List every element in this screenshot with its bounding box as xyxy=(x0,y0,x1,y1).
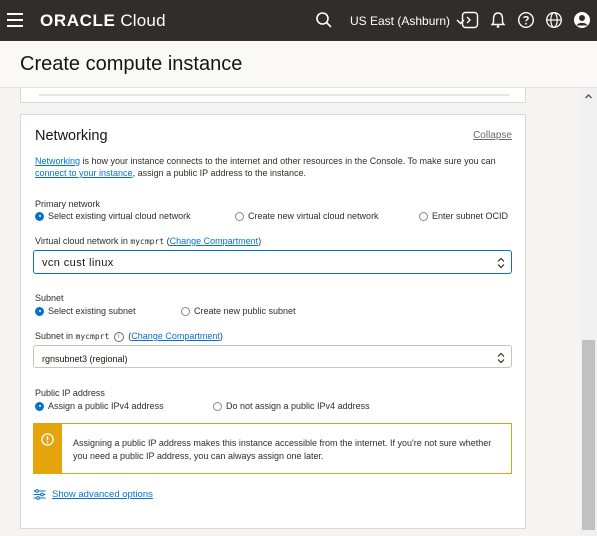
subnet-in-label: Subnet in mycmprt i (Change Compartment) xyxy=(35,331,223,342)
search-icon[interactable] xyxy=(315,11,333,29)
page-title: Create compute instance xyxy=(20,53,243,75)
desc-text: , assign a public IP address to the inst… xyxy=(132,168,307,178)
paren: ) xyxy=(219,331,223,341)
show-advanced-options-link[interactable]: Show advanced options xyxy=(33,489,153,500)
desc-text: is how your instance connects to the int… xyxy=(80,156,496,166)
subnet-compartment: mycmprt xyxy=(75,332,110,341)
networking-link[interactable]: Networking xyxy=(35,156,80,166)
radio-icon xyxy=(419,211,428,221)
region-label: US East (Ashburn) xyxy=(350,14,451,28)
radio-selected-icon xyxy=(35,306,44,316)
radio-icon xyxy=(181,306,190,316)
change-compartment-link[interactable]: Change Compartment xyxy=(131,331,220,341)
radio-label: Select existing subnet xyxy=(48,306,136,316)
vcn-select[interactable]: vcn cust linux xyxy=(33,250,512,274)
networking-section: Networking Collapse Networking is how yo… xyxy=(20,114,526,529)
public-ip-warning: Assigning a public IP address makes this… xyxy=(33,423,512,474)
radio-no-public-ip[interactable]: Do not assign a public IPv4 address xyxy=(213,401,370,411)
warning-text: Assigning a public IP address makes this… xyxy=(73,438,492,461)
sliders-icon xyxy=(33,489,46,500)
radio-assign-public-ip[interactable]: Assign a public IPv4 address xyxy=(35,401,164,411)
subnet-label: Subnet xyxy=(35,293,64,303)
scrollbar-thumb[interactable] xyxy=(582,340,595,530)
connect-link[interactable]: connect to your instance xyxy=(35,168,133,178)
oracle-cloud-logo[interactable]: ORACLE Cloud xyxy=(40,11,166,31)
brand-light: Cloud xyxy=(120,11,166,30)
vcn-compartment: mycmprt xyxy=(130,237,165,246)
vcn-label-text: Virtual cloud network in xyxy=(35,236,128,246)
radio-selected-icon xyxy=(35,401,44,411)
alert-icon xyxy=(41,433,54,446)
user-icon[interactable] xyxy=(573,11,591,29)
globe-icon[interactable] xyxy=(545,11,563,29)
radio-label: Do not assign a public IPv4 address xyxy=(226,401,370,411)
scroll-up-icon[interactable] xyxy=(584,92,593,101)
vcn-select-value: vcn cust linux xyxy=(42,257,114,269)
top-navigation-bar: ORACLE Cloud US East (Ashburn) xyxy=(0,0,597,41)
warning-bar xyxy=(34,424,62,473)
radio-select-existing-subnet[interactable]: Select existing subnet xyxy=(35,306,136,316)
brand-bold: ORACLE xyxy=(40,11,116,30)
info-icon[interactable]: i xyxy=(113,331,124,342)
page-scrollbar[interactable] xyxy=(580,88,597,536)
radio-label: Create new public subnet xyxy=(194,306,296,316)
subnet-select-value: rgnsubnet3 (regional) xyxy=(42,354,128,364)
select-arrows-icon xyxy=(497,257,505,269)
radio-icon xyxy=(235,211,244,221)
change-compartment-link[interactable]: Change Compartment xyxy=(170,236,259,246)
bell-icon[interactable] xyxy=(489,11,507,29)
public-ip-label: Public IP address xyxy=(35,388,105,398)
help-icon[interactable] xyxy=(517,11,535,29)
radio-selected-icon xyxy=(35,211,44,221)
page-header: Create compute instance xyxy=(0,41,597,88)
previous-section-panel xyxy=(20,88,526,103)
radio-label: Create new virtual cloud network xyxy=(248,211,379,221)
subnet-select[interactable]: rgnsubnet3 (regional) xyxy=(33,345,512,368)
section-title: Networking xyxy=(35,128,108,144)
menu-icon[interactable] xyxy=(7,13,23,27)
vcn-label: Virtual cloud network in mycmprt (Change… xyxy=(35,236,261,246)
paren: ) xyxy=(258,236,262,246)
radio-label: Select existing virtual cloud network xyxy=(48,211,191,221)
radio-enter-subnet-ocid[interactable]: Enter subnet OCID xyxy=(419,211,508,221)
radio-create-new-vcn[interactable]: Create new virtual cloud network xyxy=(235,211,379,221)
radio-label: Assign a public IPv4 address xyxy=(48,401,164,411)
networking-description: Networking is how your instance connects… xyxy=(35,155,515,179)
primary-network-label: Primary network xyxy=(35,199,101,209)
show-advanced-options-label: Show advanced options xyxy=(52,489,153,500)
radio-create-new-subnet[interactable]: Create new public subnet xyxy=(181,306,296,316)
select-arrows-icon xyxy=(497,352,505,364)
radio-icon xyxy=(213,401,222,411)
cloud-shell-icon[interactable] xyxy=(461,11,479,29)
region-selector[interactable]: US East (Ashburn) xyxy=(350,14,465,28)
divider xyxy=(39,94,509,96)
radio-label: Enter subnet OCID xyxy=(432,211,509,221)
subnet-in-label-text: Subnet in xyxy=(35,331,74,341)
collapse-link[interactable]: Collapse xyxy=(473,130,512,141)
radio-select-existing-vcn[interactable]: Select existing virtual cloud network xyxy=(35,211,191,221)
